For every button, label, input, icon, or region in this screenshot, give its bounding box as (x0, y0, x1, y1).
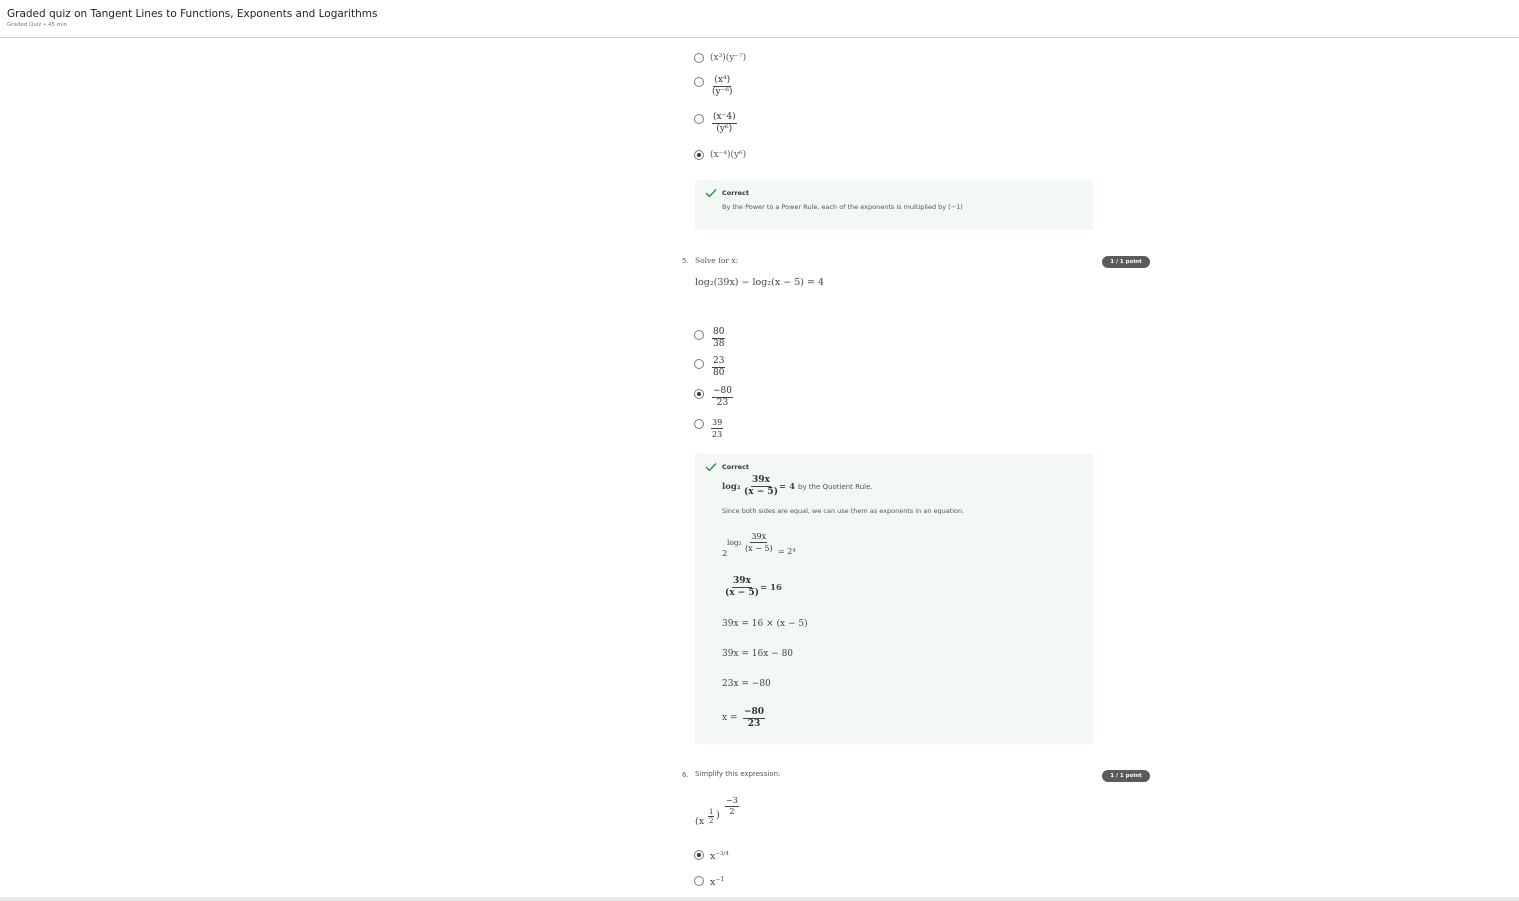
q5-number: 5. (682, 257, 689, 265)
q6-expr-inner-exponent: 1 2 (708, 808, 715, 825)
q5-fb-step1-fraction: 39x (x − 5) (745, 531, 773, 554)
q4-option-b-denominator: (y⁻⁶) (712, 87, 733, 97)
q4-option-b-fraction: (x⁴) (y⁻⁶) (712, 75, 732, 98)
q4-feedback-status: Correct (722, 189, 750, 197)
q5-fb-step4: 39x = 16x − 80 (722, 649, 794, 659)
q5-fb-step2-denominator: (x − 5) (725, 588, 759, 598)
q5-fb-step5: 23x = −80 (722, 679, 771, 689)
q4-option-b-numerator: (x⁴) (713, 75, 732, 87)
q6-expr-inner-denominator: 2 (709, 817, 714, 825)
q4-option-a-radio[interactable] (694, 53, 704, 63)
q6-option-a-radio[interactable] (694, 850, 704, 860)
q6-option-b-radio[interactable] (694, 876, 704, 886)
q5-equation: log₂(39x) − log₂(x − 5) = 4 (695, 277, 825, 288)
q5-option-d-fraction: 39 23 (711, 417, 724, 440)
q6-expression: (x 1 2 ) −3 2 (695, 796, 755, 832)
q5-fb-step1-base: 2 (722, 549, 728, 559)
check-icon (705, 189, 717, 198)
q5-fb-line1-text: by the Quotient Rule. (798, 483, 873, 491)
q5-fb-step6-denominator: 23 (747, 719, 761, 729)
q6-option-a-exponent: −3/4 (715, 851, 729, 857)
q4-option-c-radio[interactable] (694, 114, 704, 124)
q5-option-a-denominator: 38 (713, 339, 725, 349)
q5-fb-step1-rhs: = 2⁴ (778, 547, 796, 556)
q4-option-d-radio[interactable] (694, 150, 704, 160)
quiz-header: Graded quiz on Tangent Lines to Function… (0, 0, 1519, 38)
q6-expr-inner-numerator: 1 (708, 808, 715, 817)
q5-option-a-numerator: 80 (712, 327, 726, 339)
q5-option-c-denominator: 23 (716, 398, 729, 408)
q5-option-a-radio[interactable] (694, 330, 704, 340)
q6-expr-base: (x (695, 816, 705, 827)
q5-fb-step2-fraction: 39x (x − 5) (725, 576, 759, 599)
q6-expr-close: ) (716, 810, 720, 821)
q5-option-d-numerator: 39 (711, 418, 724, 429)
q5-fb-step6-lhs: x = (722, 713, 738, 723)
q5-fb-line1-denominator: (x − 5) (744, 487, 778, 497)
q5-fb-line1-rhs: = 4 (779, 482, 795, 492)
q6-option-b-exponent: −1 (715, 876, 725, 883)
q5-option-d-radio[interactable] (694, 419, 704, 429)
q6-prompt: Simplify this expression: (695, 770, 781, 778)
q5-option-b-numerator: 23 (712, 356, 726, 368)
q5-fb-step3: 39x = 16 × (x − 5) (722, 619, 808, 629)
q5-fb-line2: Since both sides are equal, we can use t… (722, 507, 965, 515)
q5-option-a-fraction: 80 38 (712, 327, 726, 350)
q4-option-c-numerator: (x⁻4) (712, 112, 737, 124)
q6-expr-outer-exponent: −3 2 (725, 796, 739, 817)
q6-points-badge: 1 / 1 point (1102, 770, 1150, 782)
q5-option-b-denominator: 80 (713, 368, 725, 378)
q6-number: 6. (682, 771, 689, 779)
q6-option-b-label: x−1 (710, 876, 724, 888)
q5-option-b-radio[interactable] (694, 359, 704, 369)
q4-option-c-fraction: (x⁻4) (y⁶) (712, 112, 737, 135)
q5-option-c-numerator: −80 (712, 386, 733, 398)
quiz-title: Graded quiz on Tangent Lines to Function… (7, 8, 378, 20)
q5-option-b-fraction: 23 80 (712, 356, 726, 379)
q5-fb-line1-log: log₂ (722, 482, 741, 492)
q6-option-a-label: x−3/4 (710, 851, 729, 862)
q5-fb-step2-numerator: 39x (732, 576, 752, 588)
q5-feedback-status: Correct (722, 463, 750, 471)
q5-fb-line1-numerator: 39x (751, 475, 771, 487)
q6-expr-outer-numerator: −3 (725, 796, 739, 807)
q5-option-c-fraction: −80 23 (712, 386, 733, 409)
q6-expr-outer-denominator: 2 (729, 807, 735, 816)
q5-points-badge: 1 / 1 point (1102, 256, 1150, 268)
q5-option-d-denominator: 23 (712, 430, 723, 439)
q5-fb-step2-rhs: = 16 (760, 583, 782, 593)
q4-feedback-panel: Correct By the Power to a Power Rule, ea… (695, 180, 1093, 230)
q5-fb-step1-denominator: (x − 5) (745, 544, 773, 553)
q5-feedback-panel: Correct log₂ 39x (x − 5) = 4 by the Quot… (695, 454, 1093, 744)
quiz-subtitle: Graded Quiz • 45 min (7, 22, 68, 28)
q4-option-c-denominator: (y⁶) (716, 124, 733, 134)
q5-fb-step1-log: log₂ (727, 538, 742, 547)
q5-fb-line1-fraction: 39x (x − 5) (744, 475, 778, 498)
q4-feedback-text: By the Power to a Power Rule, each of th… (722, 203, 963, 211)
q5-option-c-radio[interactable] (694, 389, 704, 399)
q5-fb-step6-fraction: −80 23 (743, 707, 766, 730)
check-icon (705, 463, 717, 472)
q5-prompt: Solve for x: (695, 256, 739, 265)
q4-option-a-label: (x³)(y⁻⁷) (710, 53, 747, 63)
q4-option-b-radio[interactable] (694, 77, 704, 87)
bottom-scroll-edge (0, 897, 1519, 901)
q5-fb-step6-numerator: −80 (743, 707, 766, 719)
q5-fb-step1-numerator: 39x (750, 532, 768, 543)
q4-option-d-label: (x⁻⁴)(y⁶) (710, 150, 747, 160)
